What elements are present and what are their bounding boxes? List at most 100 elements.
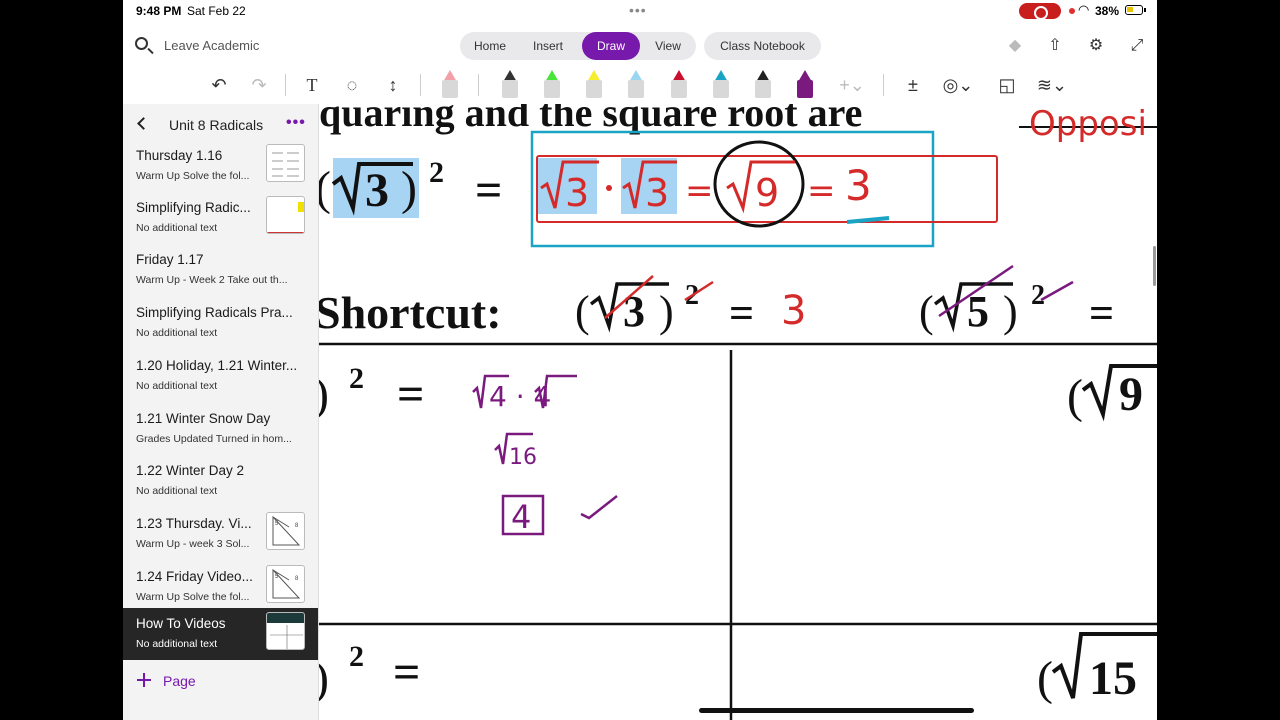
text-tool-icon[interactable]: T bbox=[300, 72, 324, 98]
highlighter-yellow-icon[interactable] bbox=[583, 70, 605, 100]
page-subtitle: Warm Up Solve the fol... bbox=[136, 170, 250, 182]
page-title: 1.24 Friday Video... bbox=[136, 569, 253, 584]
search-icon[interactable] bbox=[135, 37, 148, 50]
page-item[interactable]: 1.23 Thursday. Vi... Warm Up - week 3 So… bbox=[123, 508, 318, 560]
back-chevron-icon[interactable] bbox=[137, 117, 150, 130]
page-thumbnail bbox=[266, 612, 305, 650]
page-subtitle: Warm Up - Week 2 Take out th... bbox=[136, 274, 288, 286]
page-subtitle: No additional text bbox=[136, 327, 218, 339]
cell-bl-exponent: 2 bbox=[349, 640, 364, 673]
page-item-active[interactable]: How To Videos No additional text bbox=[123, 608, 318, 660]
add-page-button[interactable]: Page bbox=[123, 664, 318, 698]
shortcut-a-ink: 3 bbox=[781, 288, 806, 334]
tab-draw[interactable]: Draw bbox=[582, 32, 640, 60]
section-title: Unit 8 Radicals bbox=[169, 117, 264, 133]
onenote-app: 9:48 PM Sat Feb 22 ••• ◠ 38% Leave Acade… bbox=[123, 0, 1157, 720]
page-subtitle: Grades Updated Turned in hom... bbox=[136, 433, 292, 445]
tab-insert[interactable]: Insert bbox=[522, 32, 574, 60]
svg-text:8: 8 bbox=[295, 576, 299, 582]
page-item[interactable]: Thursday 1.16 Warm Up Solve the fol... bbox=[123, 140, 318, 192]
toolbar-divider bbox=[478, 74, 479, 96]
page-item[interactable]: Simplifying Radicals Pra... No additiona… bbox=[123, 297, 318, 349]
ink-dot bbox=[606, 185, 612, 191]
worksheet-drawing: quaring and the square root are Opposi (… bbox=[319, 104, 1157, 720]
page-subtitle: No additional text bbox=[136, 380, 218, 392]
share-icon[interactable]: ⇧ bbox=[1045, 36, 1065, 56]
paren-open: ( bbox=[575, 287, 590, 336]
tab-view[interactable]: View bbox=[644, 32, 692, 60]
page-item[interactable]: 1.21 Winter Snow Day Grades Updated Turn… bbox=[123, 403, 318, 455]
more-options-icon[interactable]: ••• bbox=[286, 114, 306, 132]
plus-icon bbox=[137, 673, 151, 687]
battery-percent: 38% bbox=[1095, 4, 1120, 18]
page-item[interactable]: Simplifying Radic... No additional text bbox=[123, 192, 318, 244]
page-item[interactable]: 1.22 Winter Day 2 No additional text bbox=[123, 455, 318, 507]
page-thumbnail: 58 bbox=[266, 565, 305, 603]
page-item[interactable]: 1.20 Holiday, 1.21 Winter... No addition… bbox=[123, 350, 318, 402]
highlighter-blue-icon[interactable] bbox=[625, 70, 647, 100]
work-expr: 4 · 4 bbox=[489, 380, 551, 413]
home-indicator[interactable] bbox=[699, 708, 974, 713]
paren-open: ( bbox=[1037, 652, 1053, 705]
page-title: 1.21 Winter Snow Day bbox=[136, 411, 271, 426]
class-notebook-button[interactable]: Class Notebook bbox=[704, 32, 821, 60]
page-title: Simplifying Radicals Pra... bbox=[136, 305, 293, 320]
math-icon[interactable]: ± bbox=[901, 72, 925, 98]
equals-sign: = bbox=[475, 164, 502, 217]
status-time: 9:48 PM bbox=[136, 4, 182, 18]
pen-black-icon[interactable] bbox=[499, 70, 521, 100]
page-item[interactable]: Friday 1.17 Warm Up - Week 2 Take out th… bbox=[123, 244, 318, 296]
page-title: 1.22 Winter Day 2 bbox=[136, 463, 245, 478]
add-space-icon[interactable]: ↕ bbox=[381, 72, 405, 98]
page-list-sidebar: Unit 8 Radicals ••• Thursday 1.16 Warm U… bbox=[123, 104, 319, 720]
ink-to-shape-icon[interactable]: ◱ bbox=[995, 72, 1019, 98]
cell-br-radicand: 15 bbox=[1089, 652, 1137, 705]
wifi-icon: ◠ bbox=[1078, 2, 1090, 17]
draw-toolbar: ↶ ↷ T ◌ ↕ +⌄ ± ◎⌄ ◱ ≋⌄ bbox=[123, 66, 1157, 104]
shapes-icon[interactable]: ◎⌄ bbox=[941, 72, 975, 98]
shortcut-label: Shortcut: bbox=[319, 287, 502, 338]
status-date: Sat Feb 22 bbox=[187, 4, 246, 18]
screen-record-icon[interactable] bbox=[1019, 3, 1061, 20]
equals-sign: = bbox=[729, 289, 754, 338]
pen-purple-icon[interactable] bbox=[794, 70, 816, 100]
page-title: Simplifying Radic... bbox=[136, 200, 251, 215]
ruler-icon[interactable]: ≋⌄ bbox=[1035, 72, 1069, 98]
page-title: 1.20 Holiday, 1.21 Winter... bbox=[136, 358, 298, 373]
scroll-indicator[interactable] bbox=[1153, 246, 1156, 286]
page-subtitle: No additional text bbox=[136, 485, 218, 497]
eq-exponent: 2 bbox=[429, 156, 444, 189]
undo-icon[interactable]: ↶ bbox=[207, 72, 231, 98]
settings-gear-icon[interactable]: ⚙ bbox=[1086, 36, 1106, 56]
copilot-icon[interactable]: ◆ bbox=[1005, 36, 1025, 56]
paren-close: ) bbox=[1003, 287, 1018, 336]
ink-sqrt9: 9 bbox=[755, 171, 779, 215]
tab-home[interactable]: Home bbox=[464, 32, 516, 60]
add-pen-icon[interactable]: +⌄ bbox=[835, 72, 869, 98]
search-text[interactable]: Leave Academic bbox=[164, 38, 259, 53]
recording-dot-icon bbox=[1069, 8, 1075, 14]
ink-sqrt3-a: 3 bbox=[565, 171, 589, 215]
pen-red-icon[interactable] bbox=[668, 70, 690, 100]
expand-icon[interactable]: ⤢ bbox=[1127, 36, 1147, 56]
pen-dark-icon[interactable] bbox=[752, 70, 774, 100]
top-navigation: Leave Academic Home Insert Draw View Cla… bbox=[123, 28, 1157, 64]
eraser-icon[interactable] bbox=[439, 70, 461, 100]
toolbar-divider bbox=[883, 74, 884, 96]
eq-radicand: 3 bbox=[365, 164, 389, 217]
page-title: How To Videos bbox=[136, 616, 226, 631]
redo-icon[interactable]: ↷ bbox=[247, 72, 271, 98]
multitask-dots-icon[interactable]: ••• bbox=[629, 2, 647, 18]
ink-strike bbox=[1040, 280, 1074, 302]
page-thumbnail bbox=[266, 196, 305, 234]
highlighter-green-icon[interactable] bbox=[541, 70, 563, 100]
paren-open: ( bbox=[1067, 370, 1083, 423]
note-canvas[interactable]: quaring and the square root are Opposi (… bbox=[319, 104, 1157, 720]
page-title: Friday 1.17 bbox=[136, 252, 204, 267]
page-item[interactable]: 1.24 Friday Video... Warm Up Solve the f… bbox=[123, 561, 318, 613]
eq-exponent: 2 bbox=[349, 362, 364, 395]
pen-cyan-icon[interactable] bbox=[710, 70, 732, 100]
lasso-select-icon[interactable]: ◌ bbox=[340, 72, 364, 98]
svg-text:5: 5 bbox=[275, 574, 279, 580]
equals-sign: = bbox=[393, 646, 420, 699]
